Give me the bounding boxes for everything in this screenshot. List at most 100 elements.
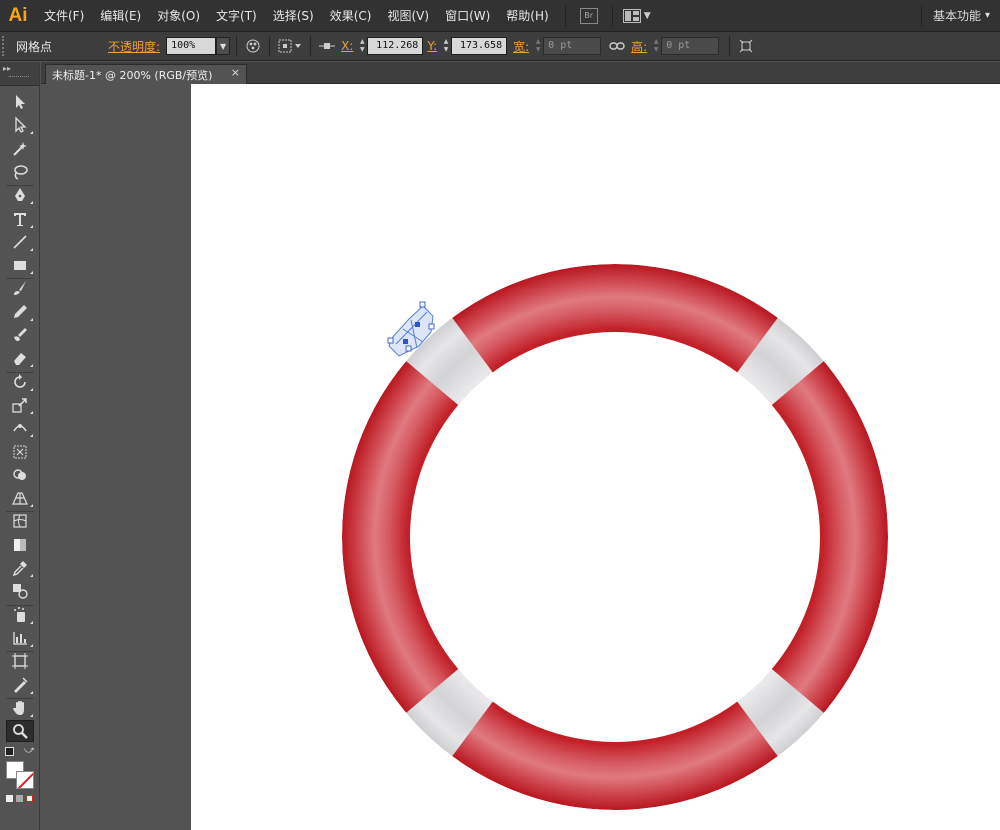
opacity-field[interactable]: 100% (166, 37, 217, 55)
height-stepper[interactable]: ▲ ▼ (651, 37, 661, 55)
scale-tool[interactable] (6, 394, 34, 416)
direct-selection-tool[interactable] (6, 114, 34, 136)
opacity-label[interactable]: 不透明度: (102, 38, 166, 55)
eyedropper-tool[interactable] (6, 557, 34, 579)
symbol-sprayer-tool[interactable] (6, 604, 34, 626)
menu-effect[interactable]: 效果(C) (322, 0, 380, 32)
rectangle-tool[interactable] (6, 254, 34, 276)
line-segment-icon (13, 235, 27, 249)
paintbrush-tool[interactable] (6, 277, 34, 299)
paintbrush-icon (14, 281, 26, 296)
more-tools-indicator (30, 434, 33, 438)
x-field[interactable]: 112.268 (367, 37, 424, 55)
magic-wand-icon (13, 141, 27, 156)
column-graph-icon (13, 631, 27, 645)
mesh-tool[interactable] (6, 510, 34, 532)
lasso-tool[interactable] (6, 161, 34, 183)
pen-tool[interactable] (6, 184, 34, 206)
perspective-grid-tool[interactable] (6, 487, 34, 509)
shape-builder-icon (13, 469, 26, 480)
hand-icon (13, 700, 24, 715)
free-transform-tool[interactable] (6, 441, 34, 463)
hand-tool[interactable] (6, 697, 34, 719)
slice-icon (14, 676, 28, 693)
blob-brush-tool[interactable] (6, 324, 34, 346)
fill-stroke-swatches[interactable]: ⤻ (4, 745, 38, 803)
align-reference-icon[interactable] (317, 36, 337, 56)
more-tools-indicator (30, 271, 33, 275)
line-segment-tool[interactable] (6, 231, 34, 253)
stroke-swatch[interactable] (16, 771, 34, 790)
column-graph-tool[interactable] (6, 627, 34, 649)
width-tool[interactable] (6, 417, 34, 439)
shape-builder-tool[interactable] (6, 464, 34, 486)
workspace-switcher[interactable]: 基本功能 ▾ (933, 0, 990, 32)
type-tool[interactable] (6, 208, 34, 230)
magic-wand-tool[interactable] (6, 138, 34, 160)
pencil-icon (14, 304, 27, 318)
collapse-panel-icon[interactable]: ▸▸ (3, 64, 11, 73)
swap-colors-icon[interactable]: ⤻ (24, 745, 35, 756)
default-colors-icon[interactable] (5, 747, 14, 757)
menu-edit[interactable]: 编辑(E) (92, 0, 149, 32)
rotate-icon (14, 373, 26, 388)
menu-view[interactable]: 视图(V) (379, 0, 437, 32)
pasteboard[interactable] (41, 84, 191, 830)
opacity-dropdown[interactable]: ▼ (216, 37, 231, 55)
chevron-down-icon: ▼ (643, 10, 651, 21)
menu-separator (564, 4, 566, 27)
more-tools-indicator (30, 574, 33, 577)
menu-separator (611, 4, 613, 27)
menu-object[interactable]: 对象(O) (149, 0, 208, 32)
more-tools-indicator (30, 317, 33, 321)
selection-icon (16, 95, 25, 109)
constrain-proportions-icon[interactable] (607, 36, 627, 56)
x-stepper[interactable]: ▲ ▼ (357, 37, 367, 55)
more-tools-indicator (30, 201, 33, 205)
eyedropper-icon (12, 561, 27, 577)
blend-tool[interactable] (6, 580, 34, 602)
menu-file[interactable]: 文件(F) (36, 0, 92, 32)
x-label[interactable]: X: (337, 39, 357, 53)
y-field[interactable]: 173.658 (451, 37, 508, 55)
color-mode-icons[interactable] (6, 795, 36, 803)
document-tab[interactable]: 未标题-1* @ 200% (RGB/预览) × (45, 64, 247, 84)
eraser-tool[interactable] (6, 347, 34, 369)
life-ring-artwork[interactable] (191, 84, 1000, 830)
slice-tool[interactable] (6, 674, 34, 696)
arrange-documents-icon (622, 8, 641, 23)
menu-window[interactable]: 窗口(W) (437, 0, 498, 32)
menu-type[interactable]: 文字(T) (208, 0, 265, 32)
arrange-documents-button[interactable]: ▼ (622, 8, 651, 23)
gradient-tool[interactable] (6, 534, 34, 556)
height-field[interactable]: 0 pt (661, 37, 720, 55)
chevron-down-icon: ▾ (984, 10, 990, 21)
zoom-tool[interactable] (6, 720, 34, 743)
lasso-icon (14, 165, 28, 180)
rotate-tool[interactable] (6, 371, 34, 393)
y-label[interactable]: Y: (423, 39, 441, 53)
selection-tool[interactable] (6, 91, 34, 113)
document-tab-title: 未标题-1* @ 200% (RGB/预览) (52, 68, 213, 82)
control-bar-grip[interactable] (2, 36, 8, 56)
bridge-icon[interactable]: Br (579, 7, 598, 24)
width-icon (13, 424, 27, 432)
tools-panel-header[interactable]: ▸▸ (0, 62, 39, 86)
menu-select[interactable]: 选择(S) (265, 0, 322, 32)
width-field[interactable]: 0 pt (543, 37, 602, 55)
artboard-icon (12, 653, 28, 670)
height-label[interactable]: 高: (627, 38, 651, 55)
recolor-artwork-icon[interactable] (243, 36, 263, 56)
transform-icon[interactable] (736, 36, 756, 56)
pencil-tool[interactable] (6, 301, 34, 323)
menu-help[interactable]: 帮助(H) (498, 0, 556, 32)
symbol-sprayer-icon (14, 606, 25, 622)
width-stepper[interactable]: ▲ ▼ (533, 37, 543, 55)
artboard-tool[interactable] (6, 650, 34, 672)
more-tools-indicator (30, 410, 33, 414)
close-icon[interactable]: × (231, 66, 240, 79)
reference-point-icon[interactable] (276, 36, 304, 56)
width-label[interactable]: 宽: (509, 38, 533, 55)
y-stepper[interactable]: ▲ ▼ (441, 37, 451, 55)
artboard[interactable] (191, 84, 1000, 830)
